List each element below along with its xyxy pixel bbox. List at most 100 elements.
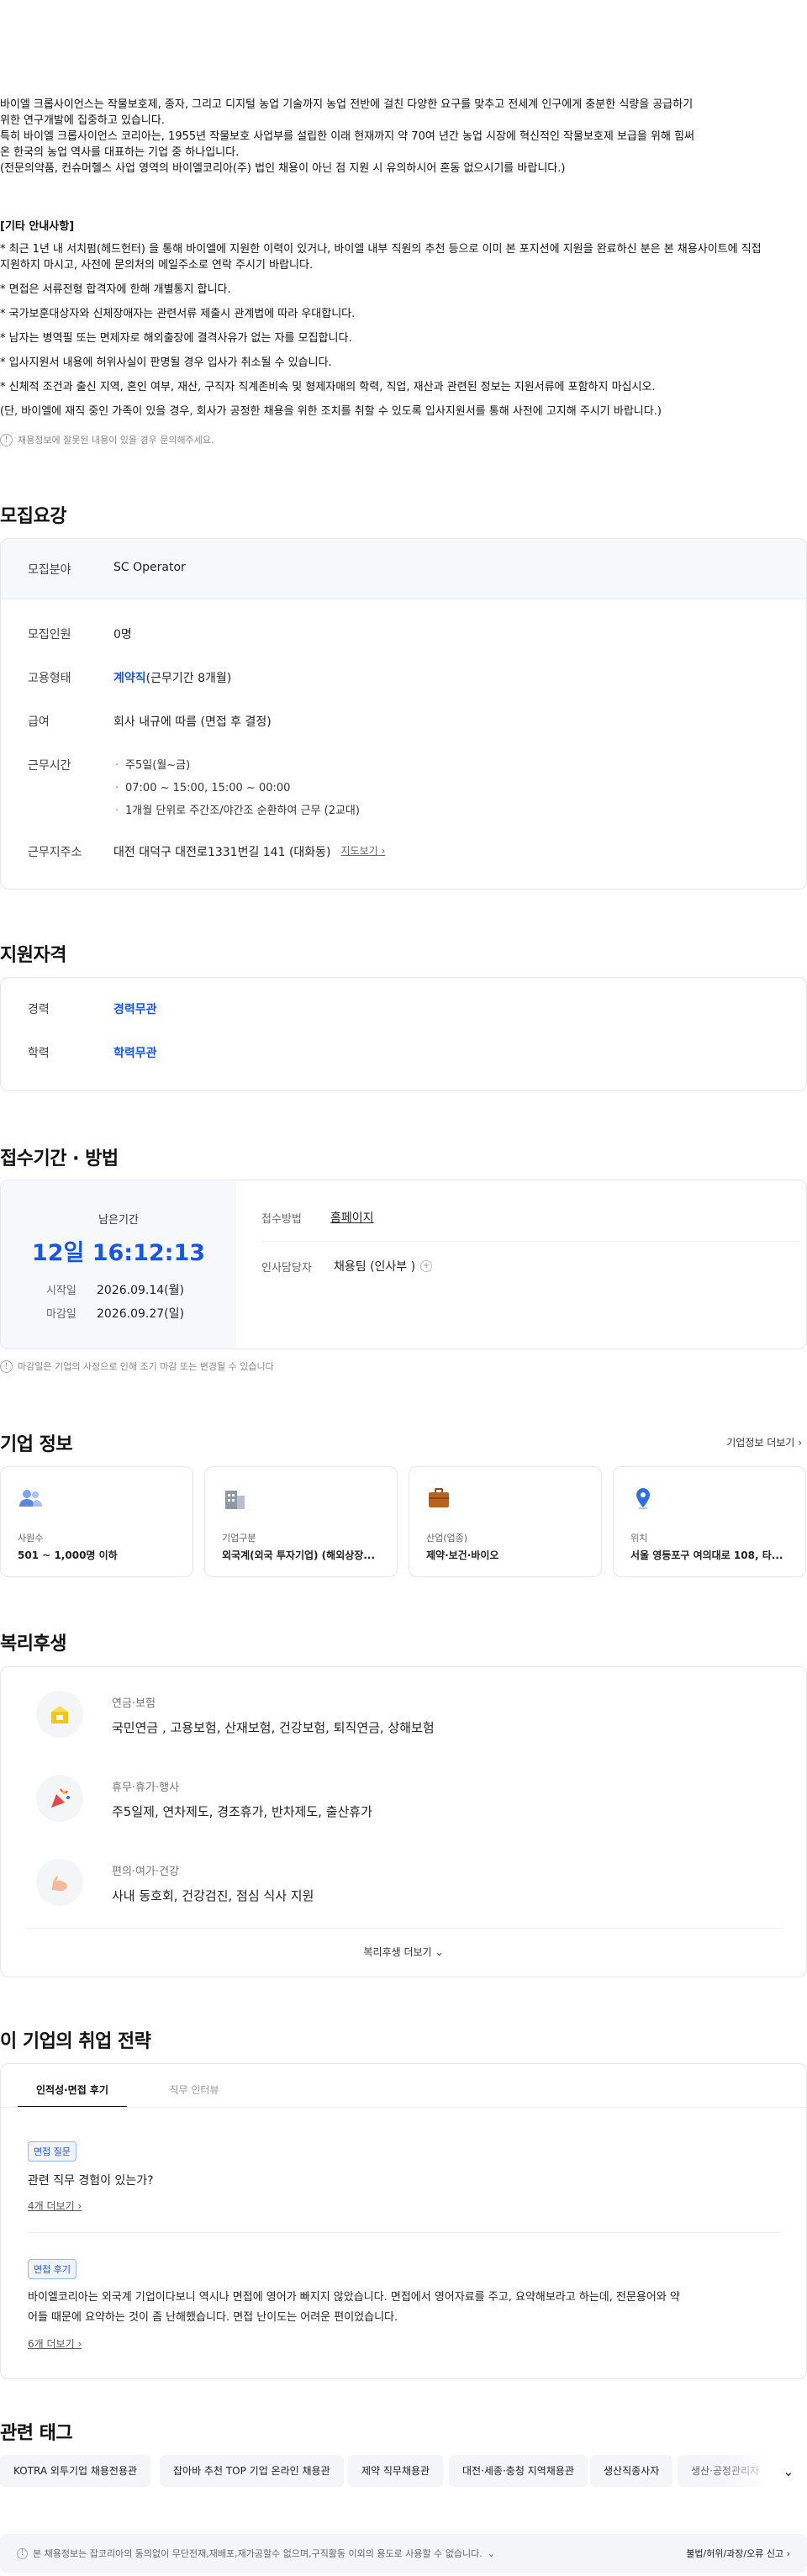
map-link[interactable]: 지도보기 › bbox=[341, 843, 386, 860]
chevron-down-icon: ⌄ bbox=[487, 2547, 495, 2559]
info-icon: ! bbox=[17, 2547, 28, 2559]
benefits-card: 연금·보험 국민연금 , 고용보험, 산재보험, 건강보험, 퇴직연금, 상해보험… bbox=[0, 1666, 807, 1977]
tab-interview-review[interactable]: 인적성·면접 후기 bbox=[18, 2082, 127, 2097]
footer-bar: ! 본 채용정보는 잡코리아의 동의없이 무단전재,재배포,재가공할수 없으며,… bbox=[0, 2534, 807, 2573]
industry-label: 산업(업종) bbox=[426, 1533, 468, 1544]
benefits-more-button[interactable]: 복리후생 더보기 ⌄ bbox=[1, 1945, 806, 1959]
chevron-right-icon: › bbox=[77, 2200, 82, 2212]
tag-chip[interactable]: 잡아바 추천 TOP 기업 온라인 채용관 bbox=[160, 2455, 344, 2487]
tag-chip[interactable]: KOTRA 외투기업 채용전용관 bbox=[0, 2455, 151, 2487]
company-card-industry: 산업(업종) 제약·보건·바이오 bbox=[409, 1466, 602, 1577]
briefcase-icon bbox=[429, 1488, 449, 1507]
desc-bullet: * 남자는 병역필 또는 면제자로 해외출장에 결격사유가 없는 자를 모집합니… bbox=[0, 332, 352, 345]
homepage-link[interactable]: 홈페이지 bbox=[330, 1209, 374, 1226]
remaining-label: 남은기간 bbox=[98, 1214, 139, 1227]
chevron-right-icon: › bbox=[798, 1437, 802, 1449]
section-title-company: 기업 정보 bbox=[0, 1434, 73, 1455]
experience-value: 경력무관 bbox=[113, 1003, 157, 1016]
chevron-down-icon[interactable]: ⌄ bbox=[778, 2462, 799, 2482]
education-value: 학력무관 bbox=[113, 1047, 157, 1060]
review-more-text: 6개 더보기 bbox=[28, 2338, 75, 2350]
location-label: 근무지주소 bbox=[28, 846, 82, 859]
chevron-down-icon: ⌄ bbox=[435, 1946, 444, 1958]
employees-value: 501 ~ 1,000명 이하 bbox=[18, 1549, 118, 1561]
interview-question-badge: 면접 질문 bbox=[28, 2141, 76, 2162]
requirements-card: 모집분야 SC Operator 모집인원 0명 고용형태 계약직(근무기간 8개월)… bbox=[0, 538, 807, 889]
experience-label: 경력 bbox=[28, 1003, 50, 1016]
salary-value: 회사 내규에 따름 (면접 후 결정) bbox=[113, 715, 272, 729]
report-note[interactable]: ! 채용정보에 잘못된 내용이 있을 경우 문의해주세요. bbox=[0, 433, 214, 446]
tag-chip[interactable]: 생산직종사자 bbox=[590, 2455, 673, 2487]
benefit-item: 연금·보험 국민연금 , 고용보험, 산재보험, 건강보험, 퇴직연금, 상해보험 bbox=[36, 1691, 435, 1738]
work-hours-item: 주5일(월~금) bbox=[113, 754, 360, 777]
job-description: 바이엘 크롭사이언스는 작물보호제, 종자, 그리고 디지털 농업 기술까지 농… bbox=[0, 97, 807, 433]
company-type-value: 외국계(외국 투자기업) (해외상장... bbox=[222, 1549, 376, 1561]
headcount-value: 0명 bbox=[113, 628, 132, 641]
hr-label: 인사담당자 bbox=[261, 1262, 312, 1275]
desc-line: 온 한국의 농업 역사를 대표하는 기업 중 하나입니다. bbox=[0, 146, 240, 159]
employment-type-label: 고용형태 bbox=[28, 672, 71, 685]
start-label: 시작일 bbox=[46, 1285, 76, 1297]
review-more-link[interactable]: 6개 더보기 › bbox=[28, 2336, 82, 2351]
benefit-category: 편의·여가·건강 bbox=[112, 1866, 180, 1878]
section-title-strategy: 이 기업의 취업 전략 bbox=[0, 2031, 151, 2052]
method-label: 접수방법 bbox=[261, 1213, 302, 1226]
tab-job-interview[interactable]: 직무 인터뷰 bbox=[140, 2082, 249, 2097]
benefit-value: 주5일제, 연차제도, 경조휴가, 반차제도, 출산휴가 bbox=[112, 1804, 372, 1819]
report-note-text: 채용정보에 잘못된 내용이 있을 경우 문의해주세요. bbox=[18, 435, 214, 446]
arm-muscle-icon bbox=[36, 1859, 83, 1906]
other-info-heading: [기타 안내사항] bbox=[0, 220, 75, 233]
company-more-link[interactable]: 기업정보 더보기 › bbox=[726, 1435, 802, 1449]
deadline-note-text: 마감일은 기업의 사정으로 인해 조기 마감 또는 변경될 수 있습니다 bbox=[18, 1361, 274, 1372]
company-card-location: 위치 서울 영등포구 여의대로 108, 타... bbox=[613, 1466, 806, 1577]
copyright-notice[interactable]: ! 본 채용정보는 잡코리아의 동의없이 무단전재,재배포,재가공할수 없으며,… bbox=[17, 2547, 495, 2560]
apply-card: 남은기간 12일 16:12:13 시작일 2026.09.14(월) 마감일 … bbox=[0, 1180, 807, 1349]
divider bbox=[28, 2232, 781, 2233]
company-card-employees: 사원수 501 ~ 1,000명 이하 bbox=[0, 1466, 193, 1577]
question-more-text: 4개 더보기 bbox=[28, 2200, 75, 2212]
company-card-type: 기업구분 외국계(외국 투자기업) (해외상장... bbox=[204, 1466, 398, 1577]
work-hours-item: 1개월 단위로 주간조/야간조 순환하여 근무 (2교대) bbox=[113, 800, 360, 822]
section-title-requirements: 모집요강 bbox=[0, 506, 66, 527]
desc-line: 특히 바이엘 크롭사이언스 코리아는, 1955년 작물보호 사업부를 설립한 … bbox=[0, 130, 694, 143]
remaining-time: 12일 16:12:13 bbox=[31, 1240, 206, 1266]
description-fade bbox=[0, 412, 807, 433]
start-date: 2026.09.14(월) bbox=[97, 1284, 184, 1297]
salary-label: 급여 bbox=[28, 715, 50, 729]
location-value: 대전 대덕구 대전로1331번길 141 (대화동) bbox=[113, 846, 331, 859]
divider bbox=[261, 1241, 799, 1242]
employees-label: 사원수 bbox=[18, 1533, 44, 1544]
chevron-right-icon: › bbox=[77, 2338, 82, 2350]
work-hours-label: 근무시간 bbox=[28, 759, 71, 773]
desc-bullet: * 면접은 서류전형 합격자에 한해 개별통지 합니다. bbox=[0, 283, 231, 296]
map-link-text: 지도보기 bbox=[340, 845, 378, 857]
company-type-label: 기업구분 bbox=[222, 1533, 256, 1544]
review-line: 어들 때문에 요약하는 것이 좀 난해했습니다. 면접 난이도는 어려운 편이었… bbox=[28, 2311, 398, 2324]
divider bbox=[26, 1928, 783, 1929]
benefit-category: 휴무·휴가·행사 bbox=[112, 1782, 180, 1794]
field-label: 모집분야 bbox=[28, 563, 71, 577]
review-line: 바이엘코리아는 외국계 기업이다보니 역시나 면접에 영어가 빠지지 않았습니다… bbox=[28, 2291, 680, 2304]
benefit-item: 휴무·휴가·행사주5일제, 연차제도, 경조휴가, 반차제도, 출산휴가 bbox=[36, 1775, 372, 1822]
question-more-link[interactable]: 4개 더보기 › bbox=[28, 2199, 82, 2213]
desc-bullet: * 최근 1년 내 서치펌(헤드헌터) 을 통해 바이엘에 지원한 이력이 있거… bbox=[0, 243, 762, 256]
benefit-category: 연금·보험 bbox=[112, 1697, 156, 1710]
location-value: 서울 영등포구 여의대로 108, 타... bbox=[630, 1549, 783, 1561]
interview-review-text: 바이엘코리아는 외국계 기업이다보니 역시나 면접에 영어가 빠지지 않았습니다… bbox=[28, 2288, 680, 2328]
report-link[interactable]: 불법/허위/과장/오류 신고 › bbox=[686, 2547, 790, 2560]
desc-bullet: * 국가보훈대상자와 신체장애자는 관련서류 제출시 관계법에 따라 우대합니다… bbox=[0, 308, 356, 320]
plus-icon: + bbox=[420, 1260, 433, 1272]
desc-bullet: * 입사지원서 내용에 허위사실이 판명될 경우 입사가 취소될 수 있습니다. bbox=[0, 356, 332, 369]
field-value: SC Operator bbox=[113, 561, 186, 574]
section-title-qualification: 지원자격 bbox=[0, 945, 66, 966]
employment-type-value: 계약직 bbox=[113, 672, 146, 685]
end-date: 2026.09.27(일) bbox=[97, 1307, 184, 1321]
qualification-card: 경력 경력무관 학력 학력무관 bbox=[0, 977, 807, 1091]
location-pin-icon bbox=[636, 1488, 650, 1510]
tag-chip[interactable]: 제약 직무채용관 bbox=[348, 2455, 444, 2487]
interview-question-text: 관련 직무 경험이 있는가? bbox=[28, 2174, 154, 2188]
benefit-item: 편의·여가·건강 사내 동호회, 건강검진, 점심 식사 지원 bbox=[36, 1859, 314, 1906]
hr-contact[interactable]: 채용팀 (인사부 ) + bbox=[334, 1258, 433, 1275]
section-title-tags: 관련 태그 bbox=[0, 2423, 73, 2444]
tag-chip[interactable]: 대전·세종·충청 지역채용관 bbox=[449, 2455, 588, 2487]
